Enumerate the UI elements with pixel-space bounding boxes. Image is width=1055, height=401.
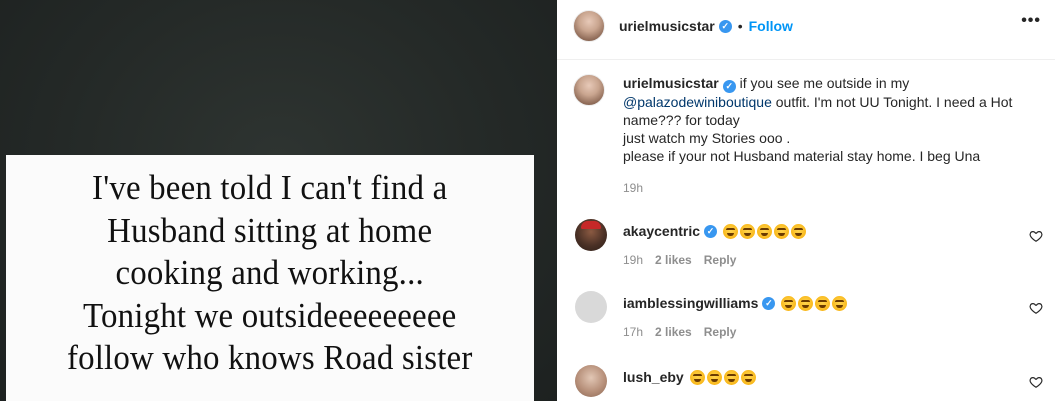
post-image-text: I've been told I can't find a Husband si… [67,168,473,377]
caption-text-line2: just watch my Stories ooo . [623,130,791,146]
caption-text-line3: please if your not Husband material stay… [623,148,981,164]
follow-button[interactable]: Follow [749,18,793,34]
comment-line: iamblessingwilliams ✓ [623,295,848,311]
anxious-face-emoji-icon [791,223,807,239]
post-details-panel: urielmusicstar ✓ • Follow ••• urielmusic… [557,0,1055,401]
anxious-face-emoji-icon [757,223,773,239]
anxious-face-emoji-icon [740,369,756,385]
heart-icon[interactable] [1029,375,1043,389]
caption-mention-link[interactable]: @palazodewiniboutique [623,94,772,110]
reply-button[interactable]: Reply [704,325,737,339]
heart-icon[interactable] [1029,301,1043,315]
caption-text-part1: if you see me outside in my [739,75,910,91]
anxious-face-emoji-icon [689,369,705,385]
anxious-face-emoji-icon [774,223,790,239]
anxious-face-emoji-icon [798,295,814,311]
reply-button[interactable]: Reply [704,253,737,267]
verified-badge-icon: ✓ [722,80,736,93]
comment-emojis [689,369,756,385]
caption-username[interactable]: urielmusicstar [623,75,719,91]
caption-body: urielmusicstar ✓ if you see me outside in… [623,74,1033,165]
comment-likes[interactable]: 2 likes [655,325,692,339]
anxious-face-emoji-icon [740,223,756,239]
author-username[interactable]: urielmusicstar [619,18,715,34]
post-caption: urielmusicstar ✓ if you see me outside in… [573,74,1043,165]
caption-timestamp[interactable]: 19h [623,181,643,195]
comment-line: akaycentric ✓ [623,223,807,239]
comment-timestamp[interactable]: 19h [623,253,643,267]
anxious-face-emoji-icon [723,369,739,385]
header-divider [557,59,1055,60]
verified-badge-icon: ✓ [762,296,776,310]
comment-meta: 19h 2 likes Reply [623,253,736,267]
comment-emojis [781,295,848,311]
more-options-icon[interactable]: ••• [1021,13,1041,29]
comment-line: lush_eby [623,369,756,385]
verified-badge-icon: ✓ [718,19,732,33]
comment-emojis [723,223,807,239]
comment-likes[interactable]: 2 likes [655,253,692,267]
anxious-face-emoji-icon [706,369,722,385]
heart-icon[interactable] [1029,229,1043,243]
author-info: urielmusicstar ✓ • Follow [619,18,793,34]
anxious-face-emoji-icon [832,295,848,311]
author-avatar[interactable] [573,10,605,42]
comment-username[interactable]: akaycentric [623,223,700,239]
post-image-text-card: I've been told I can't find a Husband si… [6,155,534,401]
post-media: I've been told I can't find a Husband si… [0,0,557,401]
commenter-avatar[interactable] [575,219,607,251]
comment-username[interactable]: lush_eby [623,369,684,385]
comment-meta: 17h 2 likes Reply [623,325,736,339]
commenter-avatar[interactable] [575,365,607,397]
verified-badge-icon: ✓ [704,224,718,238]
caption-author-avatar[interactable] [573,74,605,106]
commenter-avatar[interactable] [575,291,607,323]
anxious-face-emoji-icon [815,295,831,311]
post-header: urielmusicstar ✓ • Follow [557,5,1055,47]
anxious-face-emoji-icon [781,295,797,311]
anxious-face-emoji-icon [723,223,739,239]
comment-timestamp[interactable]: 17h [623,325,643,339]
separator-dot: • [737,18,743,34]
comment-username[interactable]: iamblessingwilliams [623,295,758,311]
